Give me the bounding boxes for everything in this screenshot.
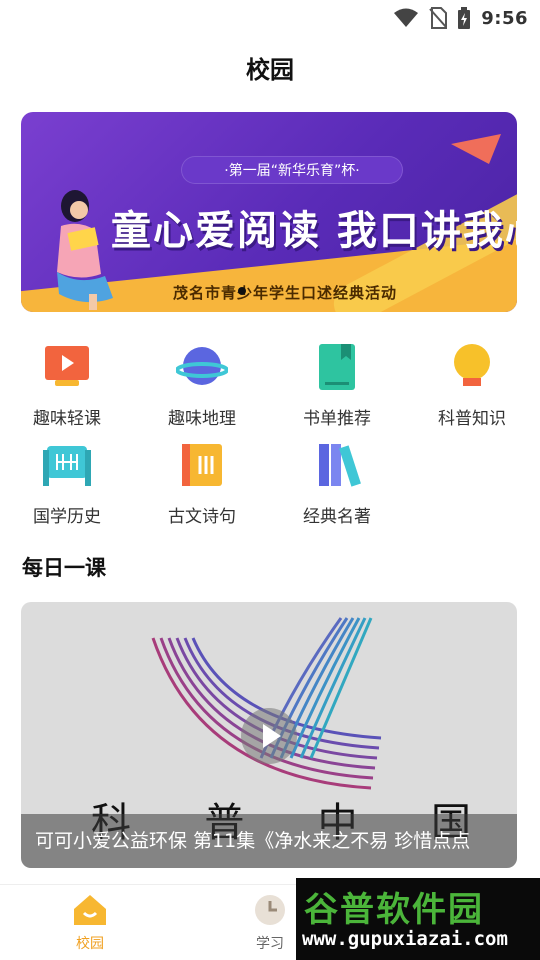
category-label: 古文诗句	[168, 507, 236, 527]
banner-tag: ·第一届“新华乐育”杯·	[181, 156, 403, 184]
battery-charging-icon	[458, 7, 471, 29]
section-title-daily-lesson: 每日一课	[22, 556, 106, 580]
bookmark-book-icon	[319, 344, 355, 390]
no-sim-icon	[429, 7, 448, 29]
play-button[interactable]	[241, 708, 297, 764]
lightbulb-icon	[454, 344, 490, 386]
category-label: 经典名著	[303, 507, 371, 527]
watermark-url: www.gupuxiazai.com	[302, 928, 508, 950]
nav-label: 校园	[76, 936, 104, 952]
ancient-book-icon	[182, 444, 222, 486]
reading-girl-illustration	[57, 190, 113, 310]
scroll-icon	[43, 446, 91, 486]
category-fun-geography[interactable]: 趣味地理	[142, 342, 262, 429]
watermark-title: 谷普软件园	[304, 890, 484, 930]
category-classic-masterpieces[interactable]: 经典名著	[277, 440, 397, 527]
category-chinese-history[interactable]: 国学历史	[7, 440, 127, 527]
video-lesson-icon	[45, 346, 89, 386]
category-label: 书单推荐	[303, 409, 371, 429]
nav-tab-campus[interactable]: 校园	[50, 893, 130, 953]
books-shelf-icon	[319, 444, 361, 487]
wifi-icon	[394, 8, 419, 27]
category-label: 趣味地理	[168, 409, 236, 429]
category-label: 国学历史	[33, 507, 101, 527]
home-icon	[74, 895, 106, 925]
page-title: 校园	[246, 56, 294, 84]
category-fun-lessons[interactable]: 趣味轻课	[7, 342, 127, 429]
category-science-knowledge[interactable]: 科普知识	[412, 342, 532, 429]
category-classical-poetry[interactable]: 古文诗句	[142, 440, 262, 527]
banner-headline: 童心爱阅读 我口讲我心	[111, 208, 517, 254]
category-label: 科普知识	[438, 409, 506, 429]
watermark: 谷普软件园 www.gupuxiazai.com	[296, 878, 540, 960]
status-time: 9:56	[481, 7, 528, 29]
clock-icon	[255, 895, 285, 925]
status-bar: 9:56	[0, 0, 540, 36]
event-banner[interactable]: ·第一届“新华乐育”杯· 童心爱阅读 我口讲我心 茂名市青少年学生口述经典活动	[21, 112, 517, 312]
category-label: 趣味轻课	[33, 409, 101, 429]
daily-lesson-video[interactable]: 科 普 中 国 可可小爱公益环保 第11集《净水来之不易 珍惜点点	[21, 602, 517, 868]
status-icons: 9:56	[393, 6, 528, 30]
planet-icon	[175, 347, 229, 385]
banner-pager-dot	[238, 287, 246, 295]
kepu-logo-graphic	[151, 617, 382, 790]
video-caption: 可可小爱公益环保 第11集《净水来之不易 珍惜点点	[21, 814, 517, 868]
banner-subtitle: 茂名市青少年学生口述经典活动	[173, 284, 398, 302]
paper-plane-decoration	[451, 134, 501, 164]
category-book-list[interactable]: 书单推荐	[277, 342, 397, 429]
